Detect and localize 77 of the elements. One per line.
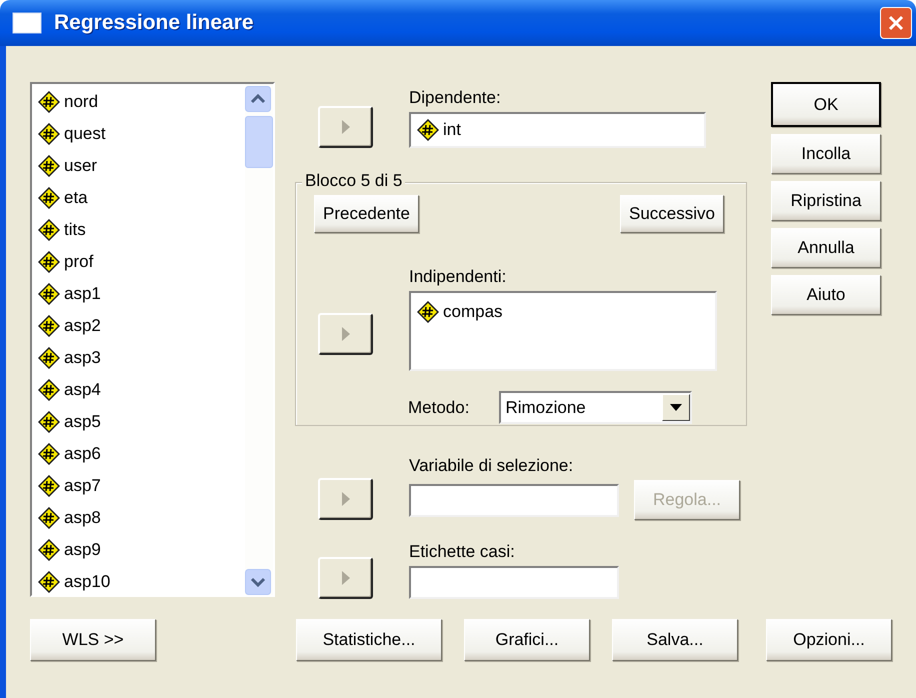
variable-item[interactable]: asp1: [64, 284, 101, 304]
field-label: Variabile di selezione:: [409, 456, 574, 476]
variable-item[interactable]: asp3: [64, 348, 101, 368]
dialog-button[interactable]: Opzioni...: [766, 619, 892, 661]
variable-item[interactable]: compas: [443, 302, 503, 322]
triangle-icon: [340, 119, 350, 135]
numeric-variable-icon: [38, 123, 60, 145]
numeric-variable-icon: [38, 91, 60, 113]
numeric-variable-icon: [38, 187, 60, 209]
numeric-variable-icon: [417, 119, 439, 141]
numeric-variable-icon: [38, 507, 60, 529]
move-arrow-button[interactable]: [318, 478, 373, 520]
variable-item[interactable]: asp5: [64, 412, 101, 432]
numeric-variable-icon: [38, 475, 60, 497]
scroll-thumb[interactable]: [245, 116, 273, 168]
variable-item[interactable]: prof: [64, 252, 94, 272]
numeric-variable-icon: [38, 347, 60, 369]
numeric-variable-icon: [417, 301, 439, 323]
scrollbar[interactable]: [245, 84, 273, 595]
triangle-icon: [340, 326, 350, 342]
dialog-button[interactable]: Ripristina: [771, 181, 881, 221]
field-label: Metodo:: [408, 398, 470, 418]
variable-item[interactable]: asp6: [64, 444, 101, 464]
dialog-button[interactable]: Annulla: [771, 228, 881, 268]
numeric-variable-icon: [38, 283, 60, 305]
numeric-variable-icon: [38, 155, 60, 177]
dialog-button[interactable]: Statistiche...: [296, 619, 442, 661]
variable-list[interactable]: nord quest user eta tits prof asp1 asp2 asp3 asp4 asp5 asp6 asp7 asp8 asp9 asp10: [30, 82, 275, 597]
numeric-variable-icon: [38, 315, 60, 337]
field-label: Dipendente:: [409, 88, 502, 108]
dialog-button[interactable]: Grafici...: [464, 619, 590, 661]
next-button[interactable]: Successivo: [620, 195, 724, 233]
variable-item[interactable]: asp7: [64, 476, 101, 496]
move-arrow-button[interactable]: [318, 106, 373, 148]
scroll-up-icon: [245, 86, 271, 112]
window-icon: [12, 12, 42, 34]
variable-item[interactable]: quest: [64, 124, 106, 144]
dependent-field[interactable]: int: [409, 112, 706, 148]
window-title: Regressione lineare: [54, 11, 255, 35]
variable-item[interactable]: nord: [64, 92, 98, 112]
variable-item[interactable]: asp2: [64, 316, 101, 336]
previous-button[interactable]: Precedente: [314, 195, 419, 233]
field-label: Etichette casi:: [409, 542, 516, 562]
variable-item[interactable]: tits: [64, 220, 86, 240]
triangle-icon: [340, 570, 350, 586]
numeric-variable-icon: [38, 219, 60, 241]
dropdown-value: Rimozione: [505, 398, 587, 418]
numeric-variable-icon: [38, 379, 60, 401]
variable-item[interactable]: user: [64, 156, 98, 176]
move-arrow-button[interactable]: [318, 313, 373, 355]
numeric-variable-icon: [38, 539, 60, 561]
variable-item[interactable]: eta: [64, 188, 88, 208]
dialog-button[interactable]: Aiuto: [771, 275, 881, 315]
field-label: Indipendenti:: [409, 267, 508, 287]
dialog-button[interactable]: WLS >>: [30, 619, 156, 661]
dialog-button[interactable]: OK: [771, 82, 881, 127]
variable-item[interactable]: asp4: [64, 380, 101, 400]
variable-item[interactable]: int: [443, 120, 461, 140]
numeric-variable-icon: [38, 411, 60, 433]
scroll-down-icon: [245, 569, 271, 595]
case-labels-field[interactable]: [409, 566, 619, 599]
close-button[interactable]: [880, 7, 912, 39]
independent-list[interactable]: compas: [409, 291, 717, 371]
method-dropdown[interactable]: Rimozione: [499, 391, 692, 424]
numeric-variable-icon: [38, 571, 60, 593]
variable-item[interactable]: asp8: [64, 508, 101, 528]
variable-item[interactable]: asp10: [64, 572, 110, 592]
numeric-variable-icon: [38, 443, 60, 465]
dropdown-arrow-icon: [670, 404, 682, 412]
variable-item[interactable]: asp9: [64, 540, 101, 560]
move-arrow-button[interactable]: [318, 557, 373, 599]
triangle-icon: [340, 491, 350, 507]
dialog-button[interactable]: Salva...: [612, 619, 738, 661]
close-icon: [887, 14, 905, 32]
dialog-button[interactable]: Incolla: [771, 134, 881, 174]
numeric-variable-icon: [38, 251, 60, 273]
selection-variable-field[interactable]: [409, 484, 619, 516]
